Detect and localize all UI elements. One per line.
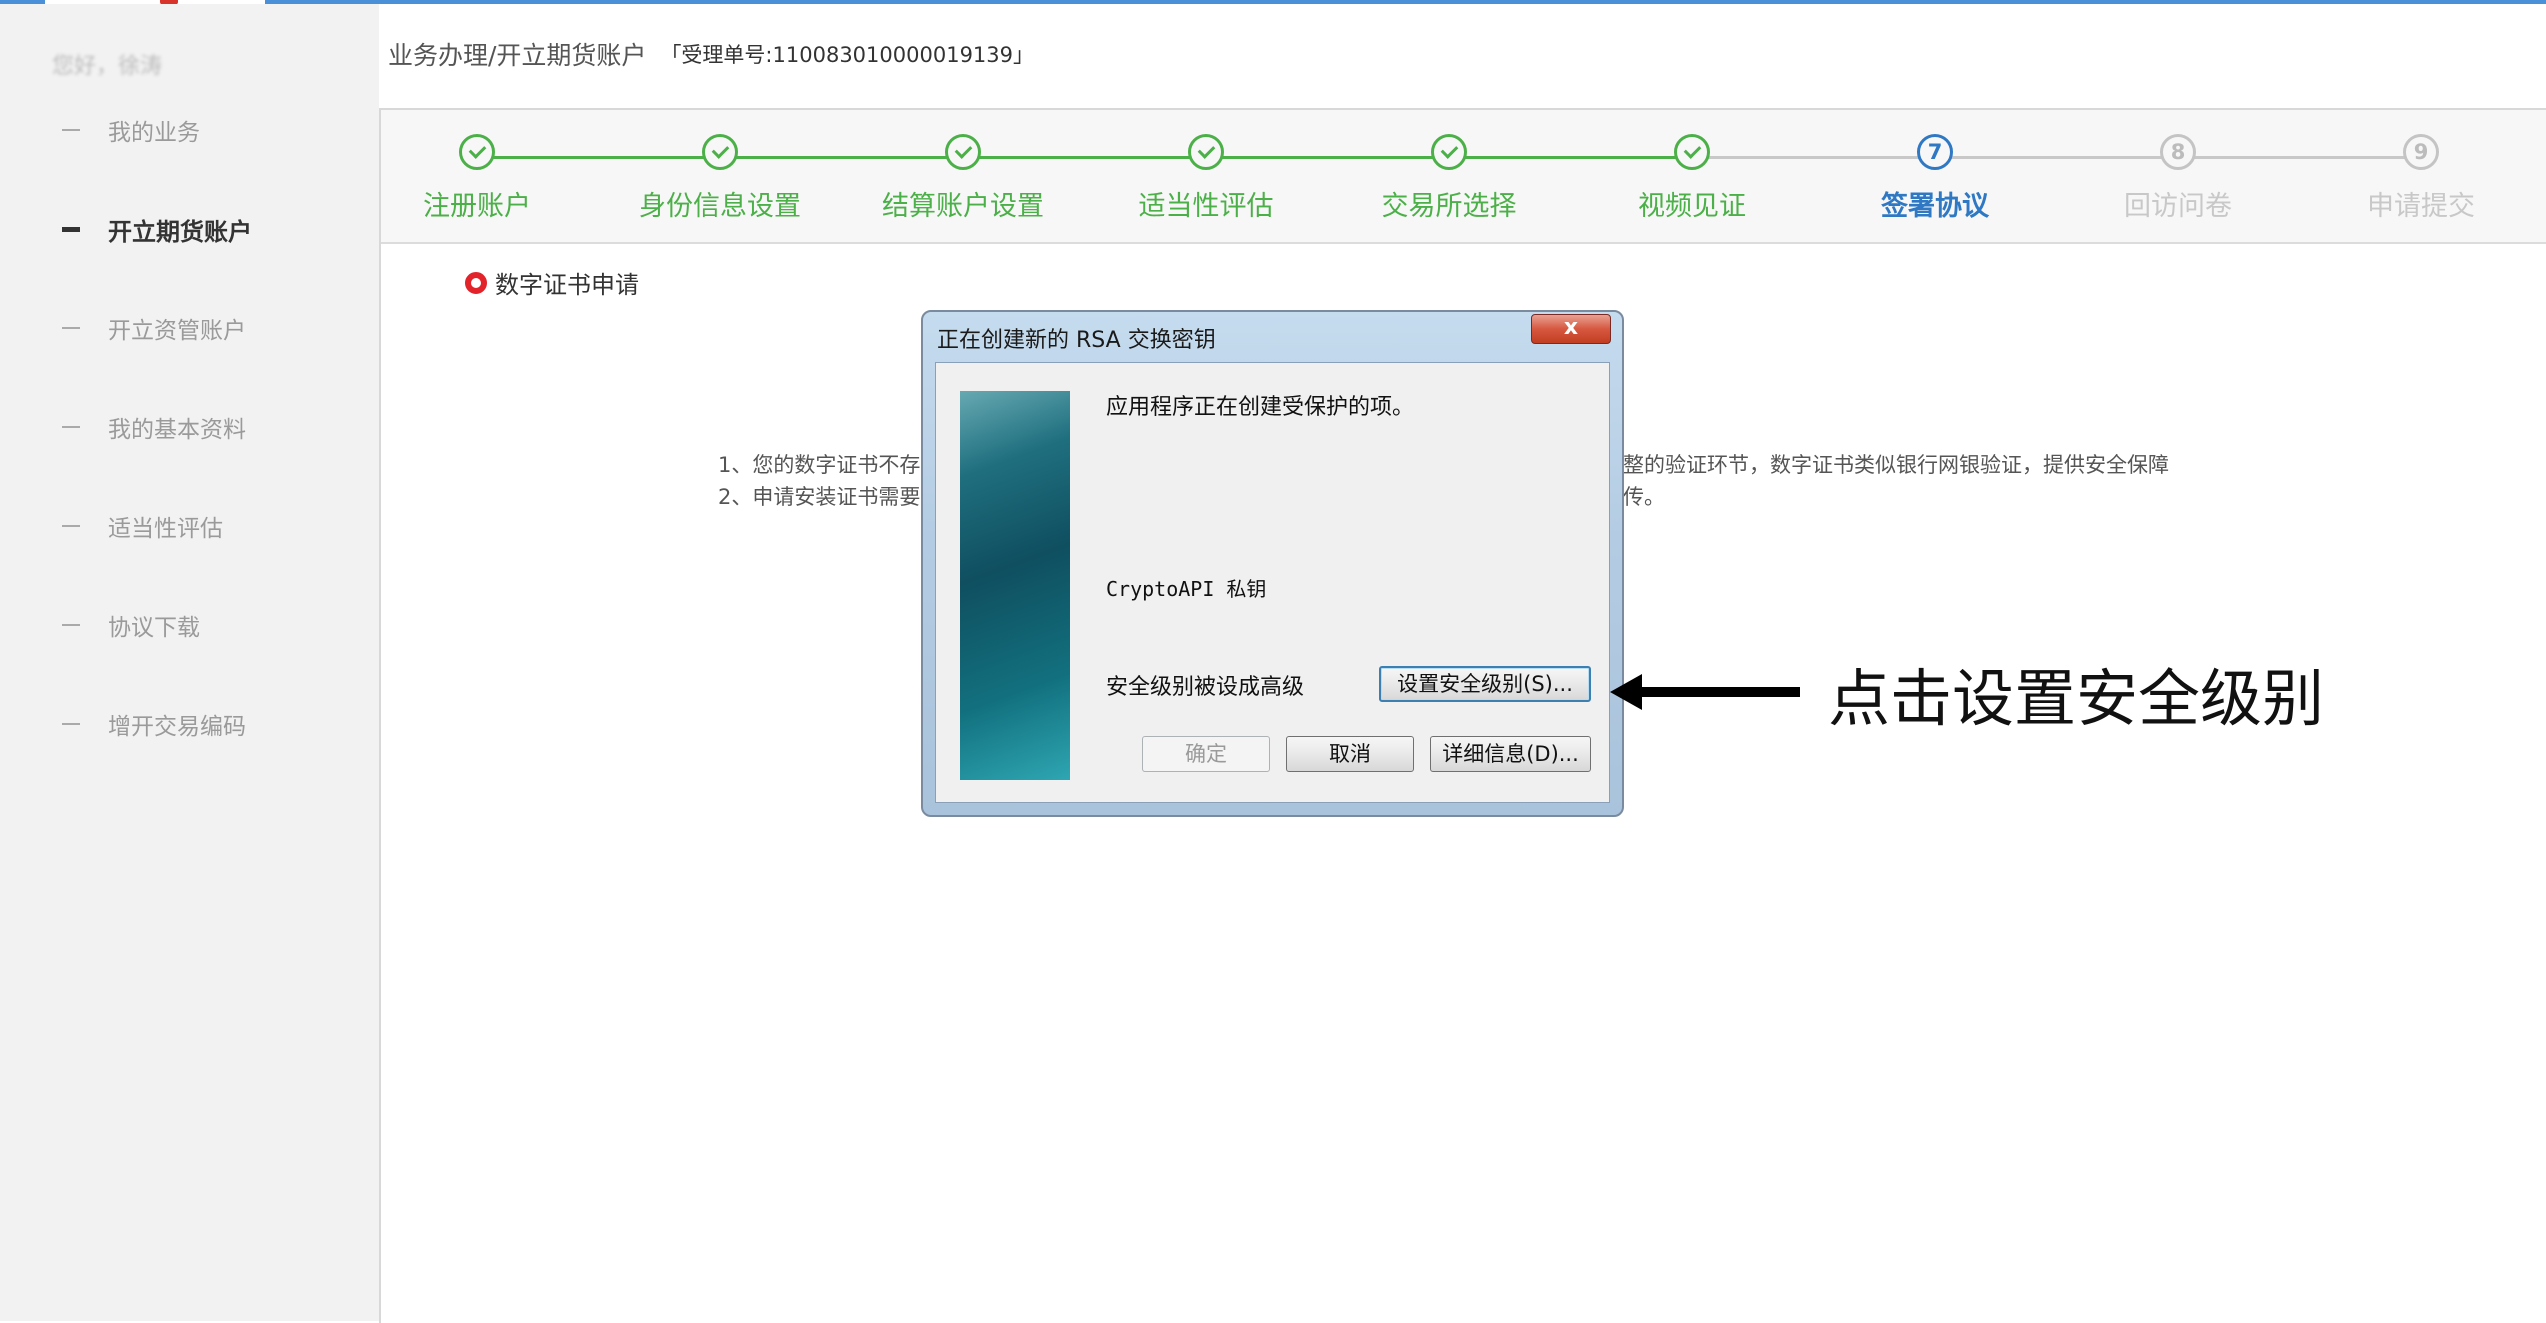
step-label: 视频见证	[1638, 191, 1746, 222]
dash-icon	[62, 426, 80, 428]
check-icon	[702, 134, 738, 170]
dialog-message: 应用程序正在创建受保护的项。	[1106, 395, 1415, 420]
dash-icon	[62, 723, 80, 725]
step-label: 签署协议	[1881, 191, 1989, 222]
dash-icon	[62, 129, 80, 131]
check-icon	[459, 134, 495, 170]
dialog-side-graphic	[960, 391, 1070, 780]
dash-icon	[62, 525, 80, 527]
step-return-visit: 8 回访问卷	[2078, 134, 2278, 223]
sidebar-item-label: 开立期货账户	[108, 217, 252, 246]
section-title: 数字证书申请	[465, 265, 639, 300]
key-name: CryptoAPI 私钥	[1106, 577, 1267, 601]
step-label: 回访问卷	[2124, 191, 2232, 222]
check-icon	[1674, 134, 1710, 170]
step-label: 注册账户	[423, 191, 531, 222]
step-number: 7	[1917, 134, 1953, 170]
sidebar: 您好，徐涛	[0, 4, 379, 1321]
sidebar-item-label: 我的业务	[108, 120, 200, 146]
breadcrumb-path: 业务办理/开立期货账户	[388, 41, 647, 70]
radio-selected-icon	[465, 271, 487, 294]
security-level-text: 安全级别被设成高级	[1106, 675, 1305, 700]
dash-icon	[62, 624, 80, 626]
details-button[interactable]: 详细信息(D)...	[1430, 736, 1591, 772]
rsa-key-dialog: 正在创建新的 RSA 交换密钥 x 应用程序正在创建受保护的项。 CryptoA…	[921, 310, 1624, 817]
sidebar-item-label: 增开交易编码	[108, 714, 246, 740]
notice-line-1-right: 整的验证环节，数字证书类似银行网银验证，提供安全保障	[1623, 453, 2169, 477]
step-video-witness: 视频见证	[1592, 134, 1792, 223]
close-button[interactable]: x	[1531, 314, 1611, 344]
sidebar-item-add-trading-code[interactable]: 增开交易编码	[62, 704, 246, 744]
check-icon	[945, 134, 981, 170]
dialog-content: 应用程序正在创建受保护的项。 CryptoAPI 私钥 安全级别被设成高级 设置…	[935, 362, 1610, 803]
notice-line-2-right: 传。	[1623, 485, 1665, 509]
step-identity-info: 身份信息设置	[620, 134, 820, 223]
notice-line-1-left: 1、您的数字证书不存	[718, 453, 921, 477]
breadcrumb: 业务办理/开立期货账户 「受理单号:110083010000019139」	[388, 36, 1034, 72]
user-greeting: 您好，徐涛	[52, 54, 163, 79]
sidebar-item-label: 适当性评估	[108, 516, 223, 542]
annotation-callout: 点击设置安全级别	[1828, 662, 2325, 735]
set-security-level-button[interactable]: 设置安全级别(S)...	[1379, 666, 1591, 702]
check-icon	[1188, 134, 1224, 170]
sidebar-item-agreement-download[interactable]: 协议下载	[62, 605, 200, 645]
step-number: 9	[2403, 134, 2439, 170]
sidebar-item-label: 我的基本资料	[108, 417, 246, 443]
sidebar-item-my-business[interactable]: 我的业务	[62, 110, 200, 150]
dialog-title: 正在创建新的 RSA 交换密钥	[937, 328, 1216, 353]
step-label: 身份信息设置	[639, 191, 801, 222]
step-submit-application: 9 申请提交	[2321, 134, 2521, 223]
step-label: 申请提交	[2367, 191, 2475, 222]
accept-number: 「受理单号:110083010000019139」	[660, 43, 1035, 67]
top-accent-bar	[0, 0, 2546, 4]
dash-icon	[62, 226, 80, 232]
section-title-text: 数字证书申请	[495, 271, 639, 299]
sidebar-item-label: 开立资管账户	[108, 318, 246, 344]
dash-icon	[62, 327, 80, 329]
step-label: 交易所选择	[1381, 191, 1517, 222]
step-label: 结算账户设置	[882, 191, 1044, 222]
progress-line-pending	[1695, 156, 2424, 159]
pointer-arrow-icon	[1610, 674, 1800, 710]
sidebar-item-open-asset-account[interactable]: 开立资管账户	[62, 308, 246, 348]
sidebar-item-basic-info[interactable]: 我的基本资料	[62, 407, 246, 447]
step-number: 8	[2160, 134, 2196, 170]
step-sign-agreement: 7 签署协议	[1835, 134, 2035, 223]
step-label: 适当性评估	[1138, 191, 1274, 222]
cancel-button[interactable]: 取消	[1286, 736, 1414, 772]
step-settlement-account: 结算账户设置	[863, 134, 1063, 223]
step-exchange-selection: 交易所选择	[1349, 134, 1549, 223]
sidebar-item-open-futures-account[interactable]: 开立期货账户	[62, 209, 252, 249]
step-suitability: 适当性评估	[1106, 134, 1306, 223]
sidebar-item-suitability[interactable]: 适当性评估	[62, 506, 223, 546]
step-register-account: 注册账户	[377, 134, 577, 223]
notice-line-2-left: 2、申请安装证书需要	[718, 485, 921, 509]
check-icon	[1431, 134, 1467, 170]
sidebar-item-label: 协议下载	[108, 615, 200, 641]
ok-button[interactable]: 确定	[1142, 736, 1270, 772]
